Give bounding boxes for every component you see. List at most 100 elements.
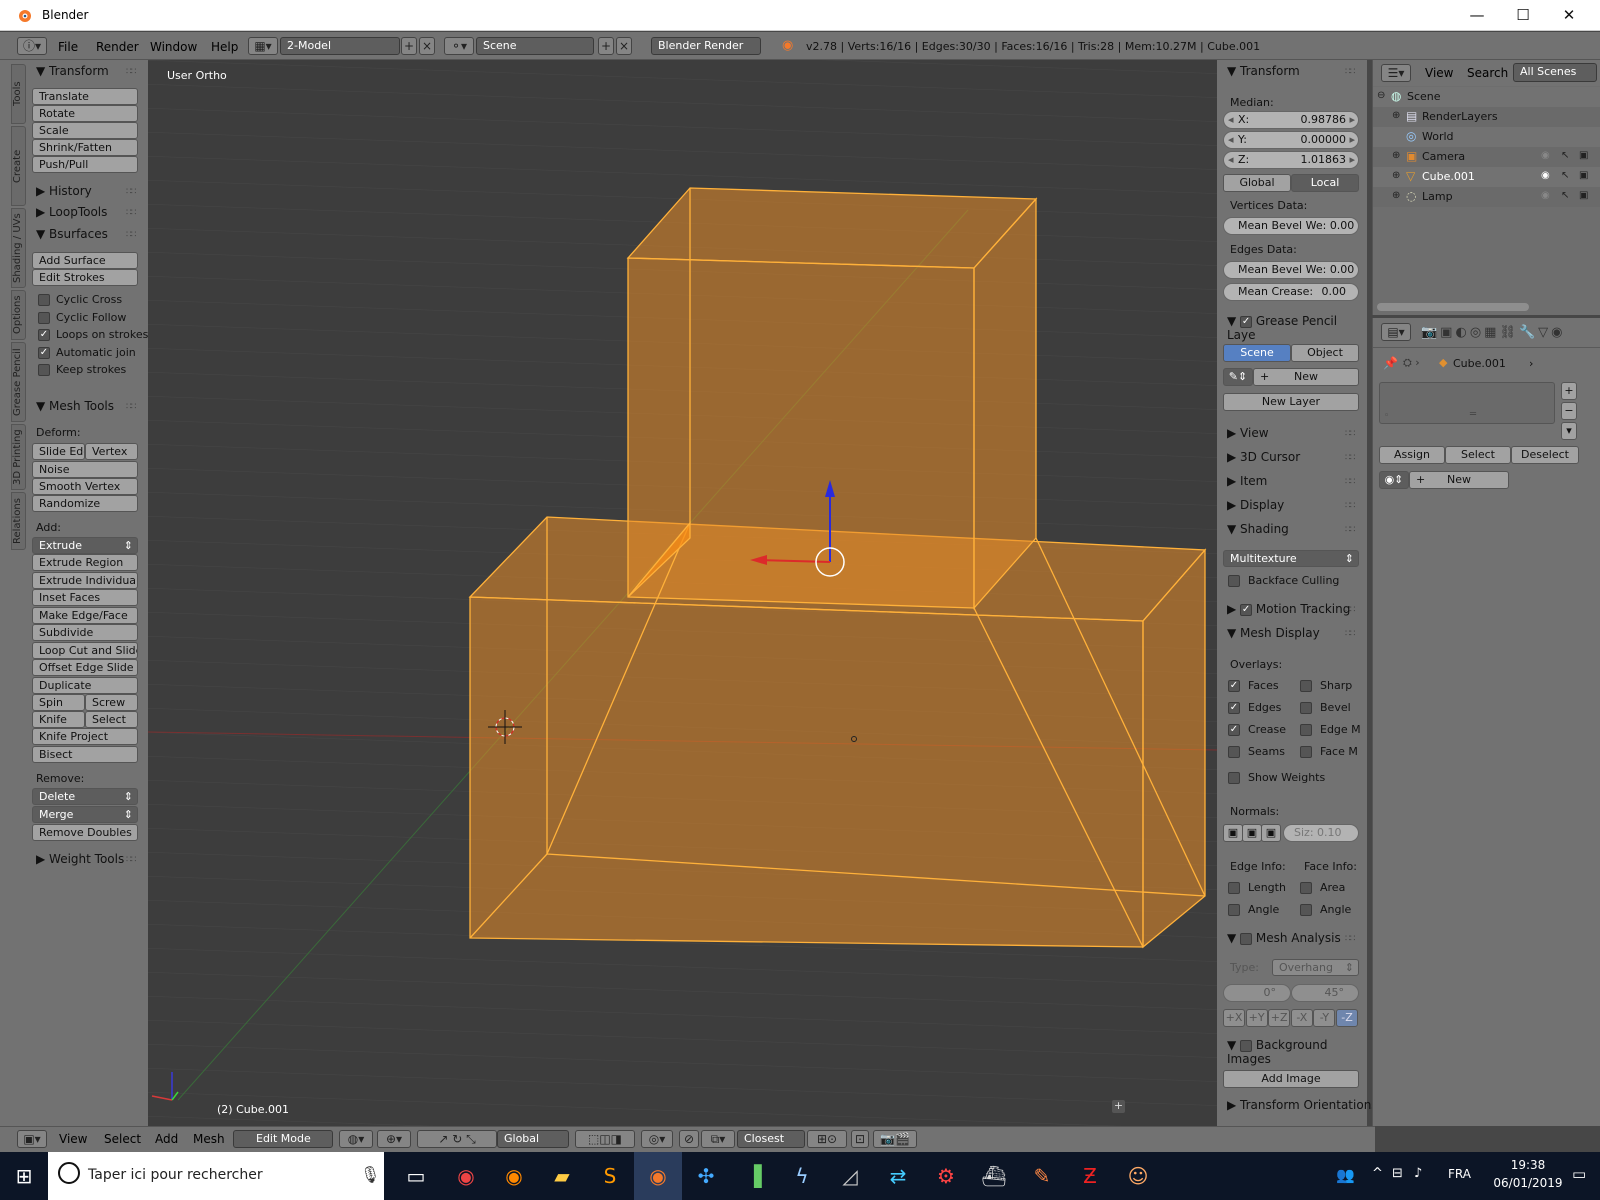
edit-strokes-button[interactable]: Edit Strokes [32,269,138,286]
renderable-camera-icon[interactable]: ▣ [1579,170,1588,181]
expand-toggle-icon[interactable]: ⊕ [1392,170,1400,181]
selectable-arrow-icon[interactable]: ↖ [1561,190,1569,201]
analysis-max-field[interactable]: 45° [1291,984,1359,1002]
viewport-shading-icon[interactable]: ◍▾ [339,1130,373,1148]
median-y-field[interactable]: ◂ Y: 0.00000 ▸ [1223,131,1359,149]
translate-button[interactable]: Translate [32,88,138,105]
tab-options[interactable]: Options [11,290,26,340]
mode-select[interactable]: Edit Mode [233,1130,333,1148]
outliner-row[interactable]: ⊕ ▤ RenderLayers [1373,107,1600,127]
tab-3d-printing[interactable]: 3D Printing [11,424,26,490]
menu-render[interactable]: Render [96,40,139,54]
outliner-row[interactable]: ⊖ ◍ Scene [1373,87,1600,107]
shading-mode-select[interactable]: Multitexture ⇕ [1223,550,1359,567]
show-weights-checkbox[interactable] [1228,772,1240,784]
add-tool-button[interactable]: Subdivide [32,624,138,641]
add-scene-icon[interactable]: + [598,37,614,55]
axis-toggle[interactable]: -X [1290,1009,1313,1027]
screen-layout-icon[interactable]: ▦▾ [248,37,278,55]
chrome-icon[interactable]: ◉ [442,1152,490,1200]
add-surface-button[interactable]: Add Surface [32,252,138,269]
bisect-button[interactable]: Bisect [32,746,138,763]
noise-button[interactable]: Noise [32,461,138,478]
analysis-min-field[interactable]: 0° [1223,984,1291,1002]
knife-button[interactable]: Knife [32,711,85,728]
visibility-eye-icon[interactable]: ◉ [1541,150,1550,161]
shrink-fatten-button[interactable]: Shrink/Fatten [32,139,138,156]
add-tool-button[interactable]: Loop Cut and Slide [32,641,138,659]
expand-toggle-icon[interactable]: ⊕ [1392,150,1400,161]
slide-edge-button[interactable]: Slide Edg [32,443,85,460]
screw-button[interactable]: Screw [85,694,138,711]
grease-pencil-checkbox[interactable]: ✓ [1240,315,1253,328]
smooth-vertex-button[interactable]: Smooth Vertex [32,478,138,495]
overlay-checkbox[interactable] [1300,746,1312,758]
motion-tracking-checkbox[interactable]: ✓ [1240,603,1253,616]
axis-toggle[interactable]: -Y [1313,1009,1336,1027]
remove-doubles-button[interactable]: Remove Doubles [32,824,138,841]
drag-grip-icon[interactable]: ∷∷ [1345,525,1356,535]
outliner-display-mode[interactable]: All Scenes [1513,63,1597,82]
tab-shading-uvs[interactable]: Shading / UVs [11,208,26,288]
filezilla-icon[interactable]: Ƶ [1066,1152,1114,1200]
drag-grip-icon[interactable]: ∷∷ [1345,605,1356,615]
outliner-row[interactable]: ⊕ ▽ Cube.001 ◉ ↖ ▣ [1373,167,1600,187]
microphone-icon[interactable]: 🎙 [360,1165,380,1184]
proportional-edit-icon[interactable]: ◎▾ [641,1130,673,1148]
add-tool-button[interactable]: Extrude Individual [32,571,138,589]
add-tool-button[interactable]: Extrude Region [32,554,138,571]
mesh-tools-panel-header[interactable]: ▼ Mesh Tools [36,399,114,413]
drag-grip-icon[interactable]: ∷∷ [126,230,137,240]
render-preview-icons[interactable]: 📷🎬 [873,1130,917,1148]
menu-file[interactable]: File [58,40,78,54]
global-toggle[interactable]: Global [1223,174,1291,192]
mesh-analysis-header[interactable]: ▼ Mesh Analysis [1227,931,1341,945]
extrude-dropdown[interactable]: Extrude ⇕ [32,537,138,554]
app-gear-icon[interactable]: ⚙ [922,1152,970,1200]
snap-options-icons[interactable]: ⊞⊙ [807,1130,847,1148]
median-z-field[interactable]: ◂ Z: 1.01863 ▸ [1223,151,1359,169]
3d-view-editor-type-icon[interactable]: ▣▾ [17,1130,47,1148]
n-transform-header[interactable]: ▼ Transform [1227,64,1300,78]
assign-button[interactable]: Assign [1379,446,1445,464]
snap-toggle-icon[interactable]: ⧉▾ [701,1130,735,1148]
file-explorer-icon[interactable]: ▰ [538,1152,586,1200]
weight-tools-panel-header[interactable]: ▶ Weight Tools [36,852,124,866]
scene-field[interactable]: Scene [476,37,594,55]
merge-dropdown[interactable]: Merge ⇕ [32,806,138,823]
properties-context-tabs-icon[interactable]: 📷▣◐◎▦⛓🔧▽◉ [1421,325,1565,340]
motion-tracking-header[interactable]: ▶ ✓ Motion Tracking [1227,602,1350,616]
scene-icon[interactable]: ⚬▾ [444,37,474,55]
face-normals-icon[interactable]: ▣ [1261,824,1281,842]
outliner-row[interactable]: ⊕ ▣ Camera ◉ ↖ ▣ [1373,147,1600,167]
area-checkbox[interactable] [1300,882,1312,894]
overlay-checkbox[interactable]: ✓ [1228,702,1240,714]
push-pull-button[interactable]: Push/Pull [32,156,138,173]
overlay-checkbox[interactable] [1300,724,1312,736]
deselect-material-button[interactable]: Deselect [1511,446,1579,464]
language-indicator[interactable]: FRA [1448,1167,1471,1181]
drag-grip-icon[interactable]: ∷∷ [126,208,137,218]
selectable-arrow-icon[interactable]: ↖ [1561,150,1569,161]
overlay-checkbox[interactable] [1300,680,1312,692]
mean-bevel-edge-field[interactable]: Mean Bevel We: 0.00 [1223,261,1359,279]
analysis-type-select[interactable]: Overhang ⇕ [1272,959,1359,976]
item-panel-header[interactable]: ▶ Item [1227,474,1267,488]
pencil-icon[interactable]: ✎⇕ [1223,368,1253,386]
tab-relations[interactable]: Relations [11,492,26,550]
pivot-point-icon[interactable]: ⊕▾ [377,1130,411,1148]
chevron-up-icon[interactable]: ^ [1372,1166,1383,1181]
minimize-button[interactable]: — [1454,0,1500,31]
looptools-panel-header[interactable]: ▶ LoopTools [36,205,107,219]
close-button[interactable]: ✕ [1546,0,1592,31]
list-resize-handle-icon[interactable]: ═ [1470,409,1476,420]
app-ship-icon[interactable]: ⛴ [970,1152,1018,1200]
randomize-button[interactable]: Randomize [32,495,138,512]
bottom-view-menu[interactable]: View [59,1132,87,1146]
grease-pencil-header[interactable]: ▼ ✓ Grease Pencil Laye [1227,314,1367,342]
gp-new-button[interactable]: + New [1253,368,1359,386]
length-checkbox[interactable] [1228,882,1240,894]
outliner-row[interactable]: ⊕ ◌ Lamp ◉ ↖ ▣ [1373,187,1600,207]
background-images-header[interactable]: ▼ Background Images [1227,1038,1367,1066]
add-tool-button[interactable]: Inset Faces [32,589,138,606]
